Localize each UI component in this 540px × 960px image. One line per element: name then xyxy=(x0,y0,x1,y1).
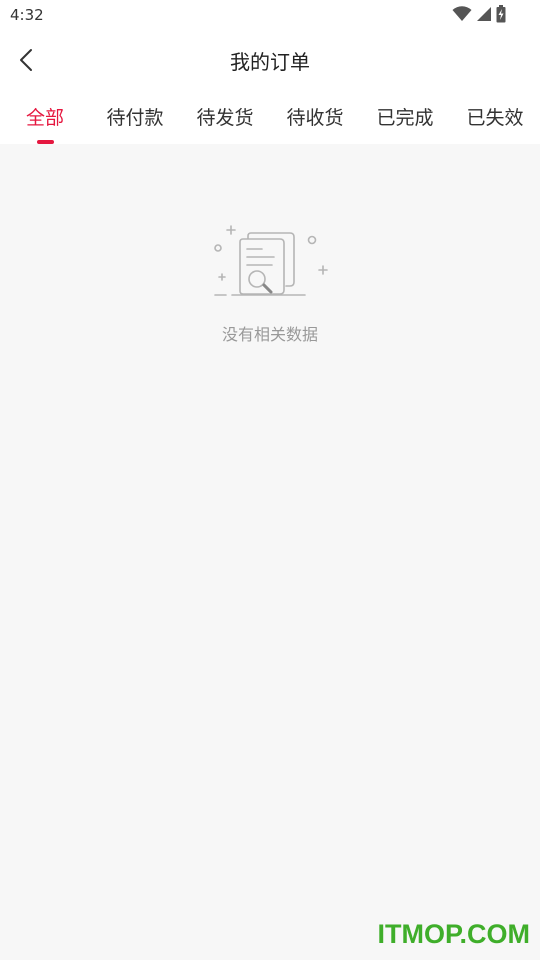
tab-all[interactable]: 全部 xyxy=(0,103,90,130)
empty-state-text: 没有相关数据 xyxy=(221,325,318,344)
status-time: 4:32 xyxy=(10,6,44,24)
tab-expired[interactable]: 已失效 xyxy=(450,103,540,130)
tab-pending-receipt[interactable]: 待收货 xyxy=(270,103,360,130)
status-bar: 4:32 xyxy=(0,0,540,30)
tab-pending-payment[interactable]: 待付款 xyxy=(90,103,180,130)
wifi-icon xyxy=(452,6,472,21)
tab-pending-shipment[interactable]: 待发货 xyxy=(180,103,270,130)
tab-completed[interactable]: 已完成 xyxy=(360,103,450,130)
page-title: 我的订单 xyxy=(230,50,310,74)
battery-icon xyxy=(496,5,506,23)
tab-bar: 全部 待付款 待发货 待收货 已完成 已失效 xyxy=(0,90,540,144)
watermark: ITMOP.COM xyxy=(377,919,530,949)
signal-icon xyxy=(477,7,491,21)
empty-document-search-icon xyxy=(214,225,328,296)
status-icons xyxy=(452,5,506,23)
header: 我的订单 xyxy=(0,30,540,90)
